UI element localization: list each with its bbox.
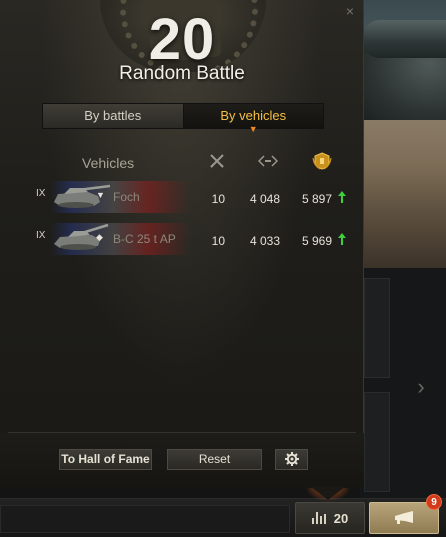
battle-stats-button[interactable]: 20 bbox=[295, 502, 365, 534]
vehicle-experience: 4 048 bbox=[249, 192, 280, 206]
hall-of-fame-button[interactable]: To Hall of Fame bbox=[59, 449, 152, 470]
stats-count: 20 bbox=[333, 510, 349, 526]
notification-count-badge: 9 bbox=[426, 494, 442, 510]
panel-pointer bbox=[310, 486, 346, 500]
heavy-tank-icon: ▼ bbox=[96, 190, 105, 200]
vehicle-rating: 5 897 bbox=[301, 192, 332, 206]
experience-icon bbox=[258, 152, 278, 170]
view-tabs: By battles By vehicles ▼ bbox=[42, 103, 324, 134]
vehicle-experience: 4 033 bbox=[249, 234, 280, 248]
battles-icon bbox=[207, 152, 227, 170]
vehicle-name: Foch bbox=[113, 190, 140, 204]
vehicle-battles: 10 bbox=[211, 234, 225, 248]
vehicle-tier: IX bbox=[36, 230, 46, 241]
reset-button[interactable]: Reset bbox=[167, 449, 262, 470]
megaphone-icon bbox=[395, 511, 413, 524]
caret-down-icon: ▼ bbox=[248, 124, 258, 134]
trend-up-icon bbox=[338, 191, 346, 203]
tab-by-battles[interactable]: By battles bbox=[43, 104, 184, 128]
background-ground bbox=[360, 120, 446, 270]
side-card[interactable] bbox=[364, 278, 390, 378]
tank-destroyer-icon: ◆ bbox=[96, 232, 103, 242]
settings-button[interactable] bbox=[275, 449, 308, 470]
rating-icon bbox=[312, 152, 332, 170]
trend-up-icon bbox=[338, 233, 346, 245]
vehicles-column-header: Vehicles bbox=[82, 155, 135, 171]
background-tank-barrel bbox=[362, 20, 446, 58]
vehicle-row[interactable]: IX ◆ B-C 25 t AP 10 4 033 5 969 bbox=[30, 222, 350, 256]
battle-mode-title: Random Battle bbox=[119, 63, 245, 84]
chevron-right-icon[interactable]: › bbox=[412, 372, 430, 402]
battles-count: 20 bbox=[148, 7, 216, 72]
vehicle-row[interactable]: IX ▼ Foch 10 4 048 5 897 bbox=[30, 180, 350, 214]
gear-icon bbox=[284, 452, 299, 466]
tab-by-vehicles-label: By vehicles bbox=[220, 108, 287, 123]
side-card[interactable] bbox=[364, 392, 390, 492]
vehicle-name: B-C 25 t AP bbox=[113, 232, 176, 246]
bottom-bar-left-panel bbox=[0, 505, 290, 533]
vehicle-rating: 5 969 bbox=[301, 234, 332, 248]
tab-by-vehicles[interactable]: By vehicles ▼ bbox=[183, 104, 323, 134]
vehicle-battles: 10 bbox=[211, 192, 225, 206]
vehicle-tier: IX bbox=[36, 188, 46, 199]
bar-chart-icon bbox=[311, 512, 326, 524]
session-stats-popup: × 20 Random Battle By battles By vehicle… bbox=[0, 0, 364, 488]
